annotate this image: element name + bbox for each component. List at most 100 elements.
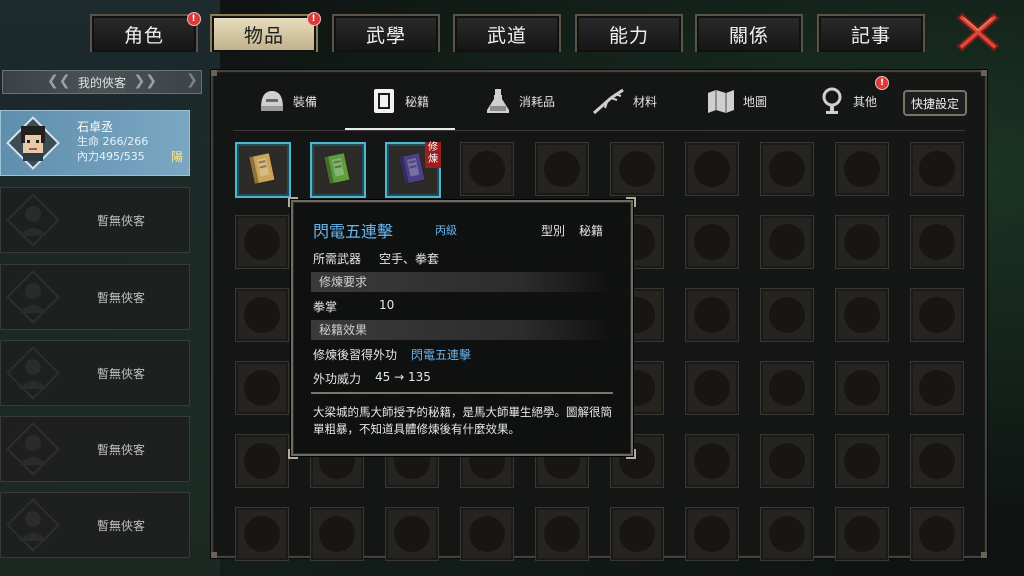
tooltip-requirement-value: 10 bbox=[379, 298, 395, 312]
follower-card-empty[interactable]: 暫無俠客 bbox=[0, 416, 190, 482]
inventory-slot-empty[interactable] bbox=[235, 215, 289, 269]
tooltip-corner bbox=[288, 449, 298, 459]
tab-martial-way[interactable]: 武道 bbox=[453, 14, 561, 52]
inventory-slot-empty[interactable] bbox=[760, 434, 814, 488]
slot-placeholder bbox=[319, 516, 355, 552]
inventory-slot-empty[interactable] bbox=[835, 288, 889, 342]
slot-placeholder bbox=[844, 370, 880, 406]
inventory-slot-empty[interactable] bbox=[685, 215, 739, 269]
inventory-slot-empty[interactable] bbox=[685, 288, 739, 342]
slot-placeholder bbox=[769, 370, 805, 406]
inventory-slot-empty[interactable] bbox=[910, 142, 964, 196]
potion-icon bbox=[487, 89, 509, 113]
category-manuals[interactable]: 秘籍 bbox=[369, 82, 429, 120]
inventory-slot-empty[interactable] bbox=[310, 507, 364, 561]
inventory-slot-empty[interactable] bbox=[460, 142, 514, 196]
slot-placeholder bbox=[769, 443, 805, 479]
inventory-slot-empty[interactable] bbox=[685, 142, 739, 196]
inventory-slot-empty[interactable] bbox=[910, 288, 964, 342]
inventory-slot-empty[interactable] bbox=[385, 507, 439, 561]
tab-journal[interactable]: 記事 bbox=[817, 14, 925, 52]
slot-placeholder bbox=[844, 516, 880, 552]
category-divider bbox=[233, 130, 965, 131]
inventory-slot-empty[interactable] bbox=[235, 288, 289, 342]
tab-items[interactable]: 物品 ! bbox=[210, 12, 321, 52]
inventory-slot-empty[interactable] bbox=[835, 507, 889, 561]
panel-corner bbox=[981, 552, 987, 558]
follower-card-empty[interactable]: 暫無俠客 bbox=[0, 340, 190, 406]
inventory-slot-empty[interactable] bbox=[685, 361, 739, 415]
tab-items-badge: ! bbox=[307, 12, 321, 26]
category-consumables[interactable]: 消耗品 bbox=[483, 82, 555, 120]
inventory-slot-empty[interactable] bbox=[235, 507, 289, 561]
tooltip-learn-label: 修煉後習得外功 bbox=[313, 348, 398, 362]
inventory-slot-empty[interactable] bbox=[610, 142, 664, 196]
slot-placeholder bbox=[694, 370, 730, 406]
inventory-slot-empty[interactable] bbox=[235, 434, 289, 488]
tooltip-corner bbox=[626, 197, 636, 207]
tab-character-label: 角色 bbox=[123, 24, 164, 47]
follower-collapse-icon[interactable]: ❯ bbox=[186, 72, 198, 88]
follower-empty-label: 暫無俠客 bbox=[97, 519, 146, 533]
inventory-slot-empty[interactable] bbox=[760, 507, 814, 561]
quick-settings-button[interactable]: 快捷設定 bbox=[903, 90, 967, 116]
inventory-slot-empty[interactable] bbox=[910, 215, 964, 269]
inventory-slot-empty[interactable] bbox=[685, 507, 739, 561]
inventory-slot-empty[interactable] bbox=[760, 215, 814, 269]
inventory-slot-empty[interactable] bbox=[910, 507, 964, 561]
book-icon bbox=[374, 89, 394, 113]
follower-card-empty[interactable]: 暫無俠客 bbox=[0, 264, 190, 330]
category-other[interactable]: 其他 ! bbox=[817, 76, 889, 120]
slot-placeholder bbox=[919, 443, 955, 479]
close-button[interactable] bbox=[956, 10, 1000, 54]
empty-avatar-icon bbox=[6, 346, 60, 400]
avatar bbox=[6, 116, 60, 170]
slot-placeholder bbox=[844, 224, 880, 260]
inventory-slot-empty[interactable] bbox=[460, 507, 514, 561]
inventory-slot-empty[interactable] bbox=[235, 361, 289, 415]
tooltip-power-value: 45 → 135 bbox=[375, 370, 431, 384]
inventory-slot-empty[interactable] bbox=[835, 142, 889, 196]
inventory-slot-empty[interactable] bbox=[910, 434, 964, 488]
tooltip-requirement-label: 拳掌 bbox=[313, 300, 338, 314]
tooltip-effect-section: 秘籍效果 bbox=[311, 320, 613, 340]
category-materials[interactable]: 材料 bbox=[591, 82, 657, 120]
follower-next-arrow-icon[interactable]: ❯❯ bbox=[134, 73, 157, 89]
tab-relations[interactable]: 關係 bbox=[695, 14, 803, 52]
inventory-slot-empty[interactable] bbox=[835, 215, 889, 269]
inventory-slot-empty[interactable] bbox=[535, 507, 589, 561]
inventory-slot-empty[interactable] bbox=[835, 361, 889, 415]
inventory-slot-empty[interactable] bbox=[760, 142, 814, 196]
inventory-slot-empty[interactable] bbox=[910, 361, 964, 415]
tooltip-description: 大梁城的馬大師授予的秘籍，是馬大師畢生絕學。圖解很簡單粗暴，不知道具體修煉後有什… bbox=[313, 405, 612, 436]
category-maps-label: 地圖 bbox=[743, 94, 768, 109]
tooltip-corner bbox=[626, 449, 636, 459]
tooltip-corner bbox=[288, 197, 298, 207]
inventory-slot-empty[interactable] bbox=[685, 434, 739, 488]
inventory-slot-item[interactable]: 修煉 bbox=[385, 142, 441, 198]
tab-relations-label: 關係 bbox=[728, 24, 769, 47]
follower-empty-label: 暫無俠客 bbox=[97, 214, 146, 228]
inventory-slot-empty[interactable] bbox=[610, 507, 664, 561]
follower-prev-arrow-icon[interactable]: ❮❮ bbox=[47, 73, 70, 89]
tab-ability[interactable]: 能力 bbox=[575, 14, 683, 52]
tab-martial-arts[interactable]: 武學 bbox=[332, 14, 440, 52]
category-equipment[interactable]: 裝備 bbox=[257, 82, 317, 120]
tab-items-label: 物品 bbox=[243, 24, 284, 47]
manual-book-icon bbox=[323, 153, 351, 185]
follower-card-empty[interactable]: 暫無俠客 bbox=[0, 187, 190, 253]
inventory-slot-empty[interactable] bbox=[760, 288, 814, 342]
herb-icon bbox=[593, 88, 624, 115]
inventory-slot-empty[interactable] bbox=[535, 142, 589, 196]
follower-hp: 生命 266/266 bbox=[77, 135, 149, 148]
tab-character[interactable]: 角色 ! bbox=[90, 12, 201, 52]
inventory-slot-item[interactable] bbox=[235, 142, 291, 198]
slot-placeholder bbox=[844, 151, 880, 187]
follower-card-active[interactable]: 石卓丞 生命 266/266 內力495/535 陽 bbox=[0, 110, 190, 176]
follower-card-empty[interactable]: 暫無俠客 bbox=[0, 492, 190, 558]
inventory-slot-item[interactable] bbox=[310, 142, 366, 198]
slot-placeholder bbox=[694, 224, 730, 260]
inventory-slot-empty[interactable] bbox=[835, 434, 889, 488]
inventory-slot-empty[interactable] bbox=[760, 361, 814, 415]
category-maps[interactable]: 地圖 bbox=[705, 82, 767, 120]
